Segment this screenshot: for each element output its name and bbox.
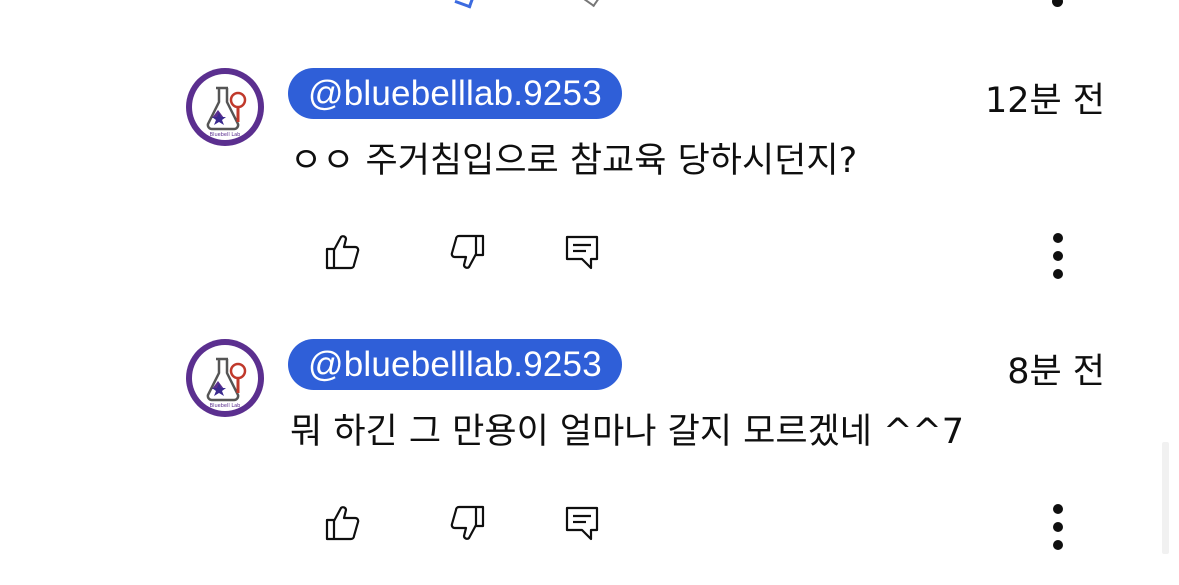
comment-more-button[interactable] <box>1030 228 1086 284</box>
comment-text: 뭐 하긴 그 만용이 얼마나 갈지 모르겠네 ^^7 <box>290 412 964 452</box>
comment-reply-icon <box>562 503 602 547</box>
thumbs-down-icon <box>448 232 488 276</box>
more-vertical-icon <box>1053 504 1063 550</box>
lab-flask-logo-icon: Bluebell Lab <box>192 345 258 411</box>
thumbs-down-icon <box>448 503 488 547</box>
comment-more-button[interactable] <box>1030 499 1086 555</box>
dislike-button[interactable] <box>440 226 496 282</box>
author-name-chip[interactable]: @bluebelllab.9253 <box>288 68 622 119</box>
comment-thread: Bluebell Lab @bluebelllab.9253 12분 전 ㅇㅇ … <box>0 0 1179 585</box>
svg-text:Bluebell Lab: Bluebell Lab <box>210 403 241 409</box>
author-name-chip[interactable]: @bluebelllab.9253 <box>288 339 622 390</box>
reply-icon-remnant <box>582 0 600 8</box>
dislike-button[interactable] <box>440 497 496 553</box>
scrollbar-thumb[interactable] <box>1162 442 1169 554</box>
reply-button[interactable] <box>554 226 610 282</box>
previous-comment-toolbar-remnant <box>0 0 1179 12</box>
more-vertical-icon <box>1053 233 1063 279</box>
comment-text: ㅇㅇ 주거침입으로 참교육 당하시던지? <box>290 141 858 181</box>
like-button[interactable] <box>314 226 370 282</box>
reply-button[interactable] <box>554 497 610 553</box>
author-name: @bluebelllab.9253 <box>308 73 602 113</box>
svg-text:Bluebell Lab: Bluebell Lab <box>210 132 241 138</box>
more-icon-remnant <box>1052 0 1063 7</box>
avatar[interactable]: Bluebell Lab <box>186 339 264 417</box>
lab-flask-logo-icon: Bluebell Lab <box>192 74 258 140</box>
comment-timestamp: 12분 전 <box>984 81 1105 121</box>
thumbs-up-icon <box>322 503 362 547</box>
avatar[interactable]: Bluebell Lab <box>186 68 264 146</box>
like-icon-remnant <box>454 0 475 9</box>
comment-reply-icon <box>562 232 602 276</box>
comment-actions <box>0 226 1179 282</box>
comment-timestamp: 8분 전 <box>1007 352 1105 392</box>
like-button[interactable] <box>314 497 370 553</box>
comment-actions <box>0 497 1179 553</box>
author-name: @bluebelllab.9253 <box>308 344 602 384</box>
thumbs-up-icon <box>322 232 362 276</box>
